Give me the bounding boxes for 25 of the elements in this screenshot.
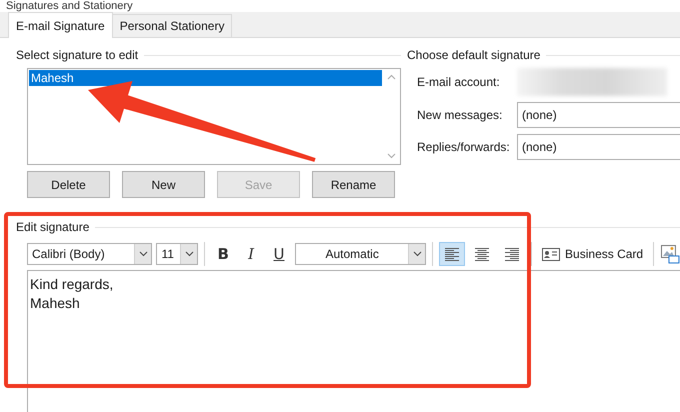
format-button[interactable]: U <box>267 242 291 266</box>
group-label: Select signature to edit <box>16 48 138 62</box>
signature-editor[interactable]: Kind regards, Mahesh <box>27 270 680 412</box>
signature-item[interactable]: Mahesh <box>29 70 382 86</box>
list-button[interactable]: New <box>122 171 205 198</box>
tab[interactable]: E-mail Signature <box>8 12 113 38</box>
list-button[interactable]: Rename <box>312 171 395 198</box>
format-button[interactable]: B <box>211 242 236 266</box>
size-dropdown[interactable]: 11 <box>156 243 198 265</box>
list-button[interactable]: Delete <box>27 171 110 198</box>
signature-text-line: Kind regards, <box>30 275 114 294</box>
business-card-button[interactable]: Business Card <box>538 247 648 261</box>
format-button[interactable]: I <box>239 242 264 266</box>
group-label: Edit signature <box>16 220 90 234</box>
tab[interactable]: Personal Stationery <box>112 14 232 37</box>
select-field[interactable]: (none) <box>517 102 680 128</box>
field-label: E-mail account: <box>417 75 501 89</box>
color-dropdown[interactable]: Automatic <box>294 243 426 265</box>
field-label: New messages: <box>417 108 504 122</box>
font-dropdown[interactable]: Calibri (Body) <box>27 243 152 265</box>
group-label: Choose default signature <box>407 48 540 62</box>
window-title: Signatures and Stationery <box>5 0 134 12</box>
field-label: Replies/forwards: <box>417 140 511 154</box>
signature-text-line: Mahesh <box>30 294 81 313</box>
select-field[interactable]: (none) <box>517 134 680 160</box>
